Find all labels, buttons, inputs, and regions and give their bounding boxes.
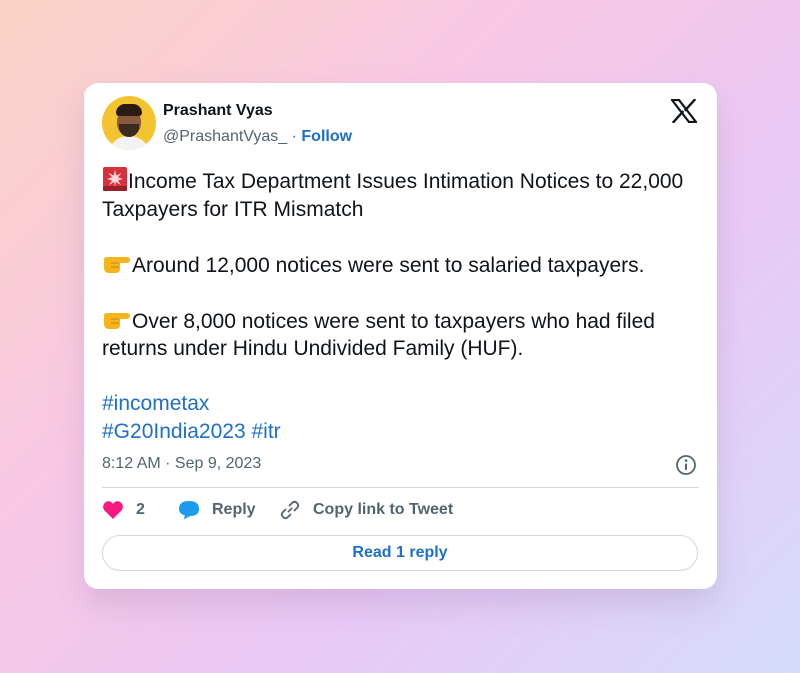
separator-dot: ·: [291, 128, 297, 145]
author-handle-row: @PrashantVyas_ · Follow: [163, 128, 352, 146]
like-button[interactable]: 2: [102, 498, 145, 522]
tweet-line-2: Around 12,000 notices were sent to salar…: [132, 253, 645, 277]
follow-link[interactable]: Follow: [301, 128, 352, 145]
pointing-hand-emoji-icon: [104, 256, 130, 273]
author-name[interactable]: Prashant Vyas: [163, 102, 273, 120]
copy-link-button[interactable]: Copy link to Tweet: [279, 498, 453, 522]
author-handle[interactable]: @PrashantVyas_: [163, 128, 287, 145]
pointing-hand-emoji-icon: [104, 312, 130, 329]
tweet-headline: Income Tax Department Issues Intimation …: [102, 167, 702, 223]
reply-button[interactable]: Reply: [178, 498, 256, 522]
reply-label: Reply: [212, 501, 256, 518]
hashtag-itr[interactable]: #itr: [251, 420, 280, 443]
hashtag-incometax[interactable]: #incometax: [102, 392, 209, 415]
tweet-point-2: Over 8,000 notices were sent to taxpayer…: [102, 307, 702, 363]
link-icon: [280, 500, 300, 520]
heart-icon: [103, 501, 123, 519]
copy-link-label: Copy link to Tweet: [313, 501, 454, 518]
tweet-body: Income Tax Department Issues Intimation …: [102, 167, 702, 445]
speech-bubble-icon: [179, 501, 199, 520]
tweet-point-1: Around 12,000 notices were sent to salar…: [102, 251, 702, 280]
divider: [102, 487, 699, 488]
tweet-timestamp[interactable]: 8:12 AM · Sep 9, 2023: [102, 455, 261, 473]
tweet-card: Prashant Vyas @PrashantVyas_ · Follow In…: [84, 83, 717, 589]
read-reply-button[interactable]: Read 1 reply: [102, 535, 698, 571]
x-logo-icon[interactable]: [671, 99, 697, 123]
like-count: 2: [136, 501, 145, 518]
avatar[interactable]: [102, 96, 156, 150]
info-icon[interactable]: [675, 454, 697, 476]
tweet-line-3: Over 8,000 notices were sent to taxpayer…: [102, 309, 655, 361]
tweet-line-1: Income Tax Department Issues Intimation …: [102, 170, 684, 221]
hashtag-g20india2023[interactable]: #G20India2023: [102, 420, 246, 443]
siren-emoji-icon: [103, 167, 127, 191]
